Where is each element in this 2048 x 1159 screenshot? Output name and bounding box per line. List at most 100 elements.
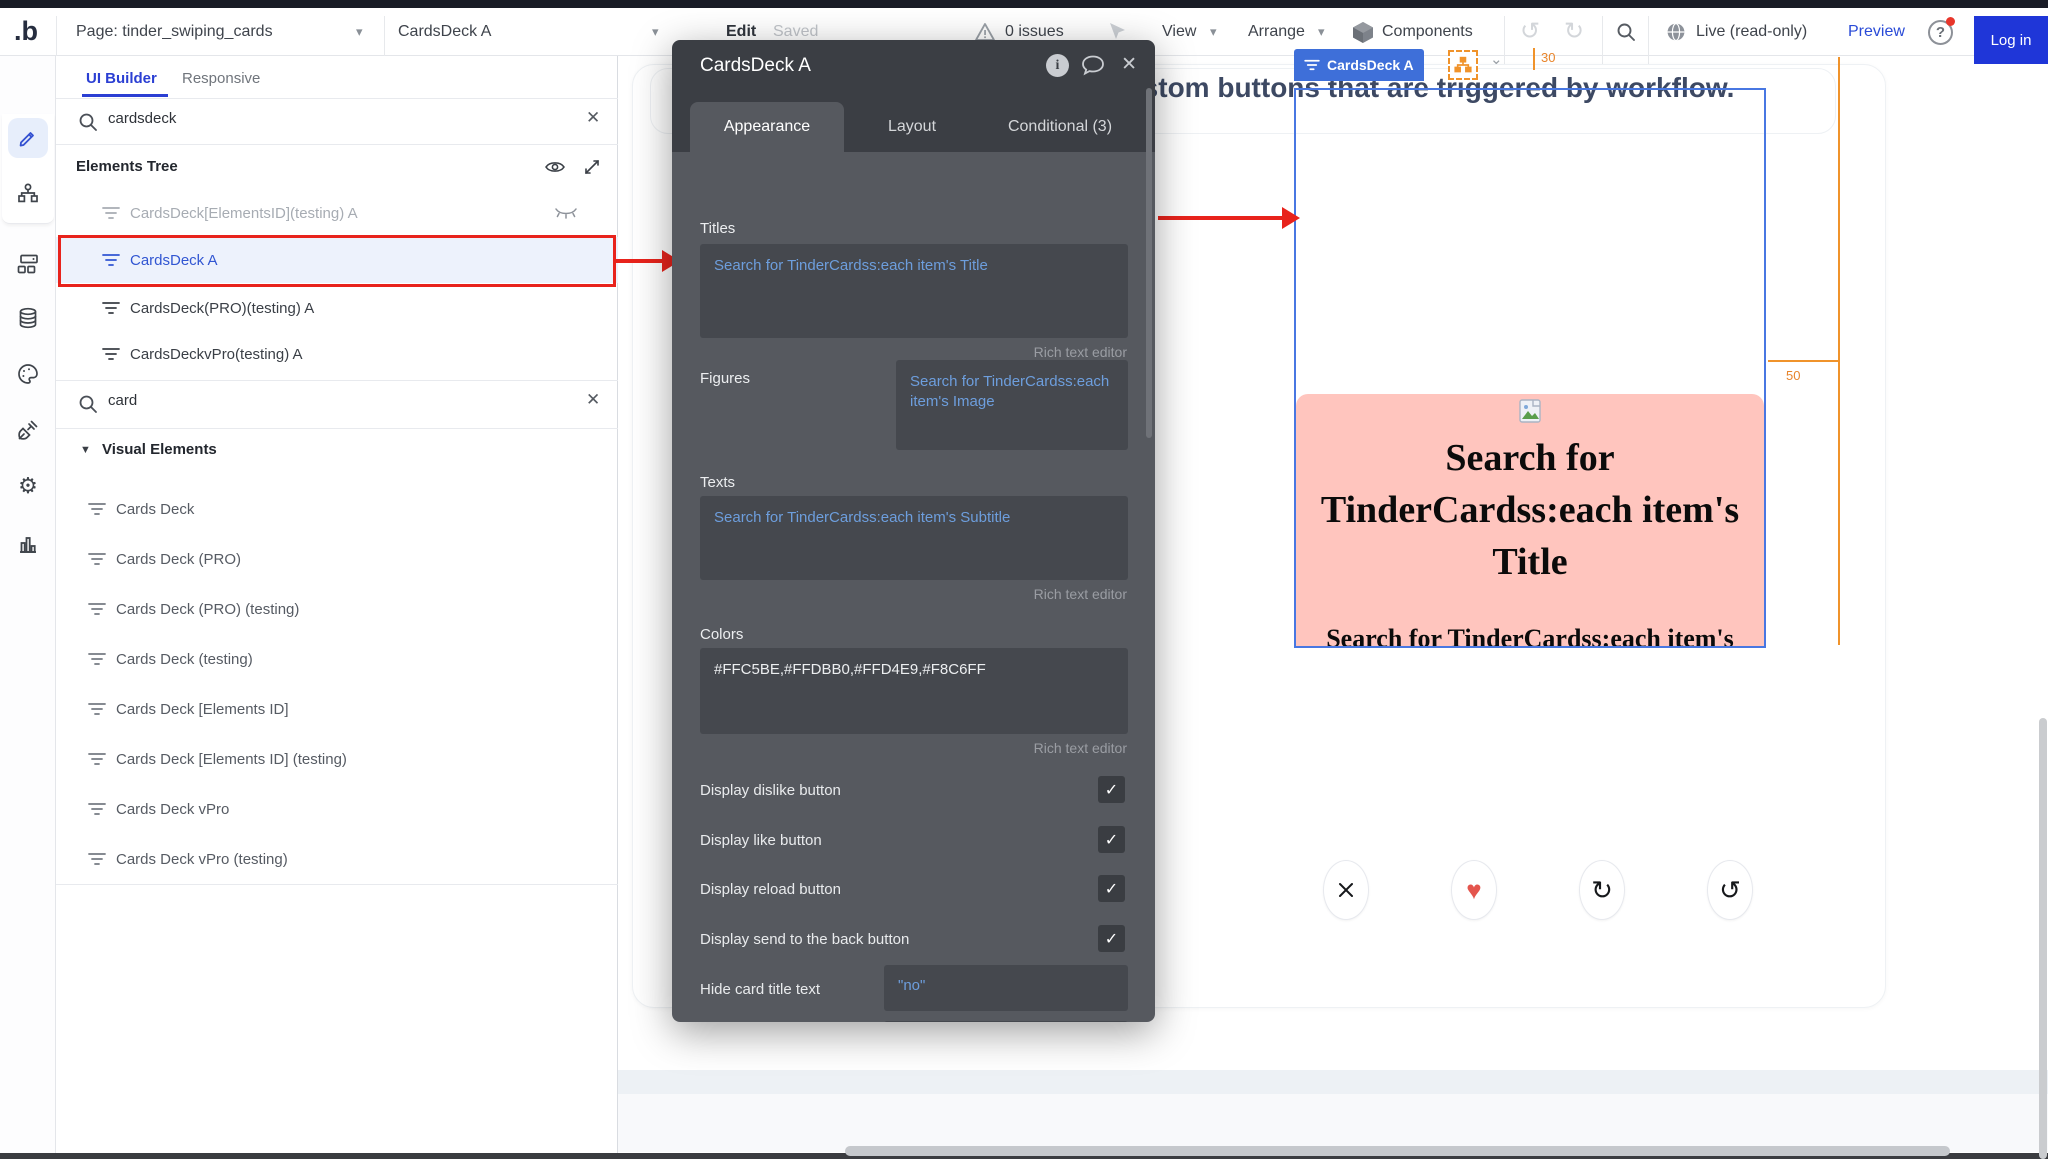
- comment-bubble-icon[interactable]: [1081, 54, 1105, 76]
- tab-layout[interactable]: Layout: [844, 102, 980, 152]
- list-item-label: Cards Deck [Elements ID]: [116, 701, 289, 718]
- ui-builder-pencil-icon[interactable]: [8, 118, 48, 158]
- element-type-icon: [102, 301, 120, 315]
- list-item-label: Cards Deck (testing): [116, 651, 253, 668]
- login-button[interactable]: Log in: [1974, 16, 2048, 64]
- eye-icon[interactable]: [544, 158, 566, 176]
- horizontal-scrollbar-thumb[interactable]: [845, 1146, 1950, 1156]
- clear-search-icon[interactable]: ✕: [586, 108, 600, 128]
- view-menu[interactable]: View: [1162, 8, 1196, 56]
- dislike-button[interactable]: [1323, 860, 1369, 920]
- list-item[interactable]: Cards Deck (PRO) (testing): [56, 584, 618, 634]
- tinder-card[interactable]: Search for TinderCardss:each item's Titl…: [1296, 394, 1764, 646]
- redo-icon[interactable]: ↻: [1564, 8, 1584, 56]
- list-item-label: Cards Deck vPro (testing): [116, 851, 288, 868]
- list-item[interactable]: Cards Deck vPro: [56, 784, 618, 834]
- hide-body-input[interactable]: "no": [884, 1021, 1128, 1022]
- figures-field[interactable]: Search for TinderCardss:each item's Imag…: [896, 360, 1128, 450]
- dislike-checkbox[interactable]: ✓: [1098, 776, 1125, 803]
- rich-text-editor-link[interactable]: Rich text editor: [1034, 740, 1127, 756]
- divider: [56, 98, 618, 99]
- element-type-icon: [102, 347, 120, 361]
- element-type-icon: [88, 502, 106, 516]
- colors-field[interactable]: #FFC5BE,#FFDBB0,#FFD4E9,#F8C6FF: [700, 648, 1128, 734]
- send-back-icon: ↺: [1719, 877, 1741, 903]
- live-mode-label[interactable]: Live (read-only): [1696, 8, 1807, 56]
- chevron-down-icon[interactable]: ▾: [356, 8, 363, 56]
- divider: [56, 144, 618, 145]
- library-search-input[interactable]: card: [108, 392, 137, 409]
- hidden-eye-icon[interactable]: [554, 206, 578, 220]
- tab-responsive[interactable]: Responsive: [182, 70, 260, 87]
- reusables-icon[interactable]: [8, 244, 48, 284]
- tree-row[interactable]: CardsDeck[ElementsID](testing) A: [56, 190, 618, 236]
- list-item[interactable]: Cards Deck (PRO): [56, 534, 618, 584]
- like-checkbox[interactable]: ✓: [1098, 826, 1125, 853]
- chevron-down-icon[interactable]: ▾: [652, 8, 659, 56]
- workflow-icon[interactable]: [8, 173, 48, 213]
- collapse-triangle-icon[interactable]: ▼: [80, 444, 91, 456]
- colors-label: Colors: [700, 626, 743, 643]
- list-item[interactable]: Cards Deck vPro (testing): [56, 834, 618, 884]
- elements-search-input[interactable]: cardsdeck: [108, 110, 176, 127]
- list-item[interactable]: Cards Deck [Elements ID] (testing): [56, 734, 618, 784]
- list-item-label: Cards Deck (PRO) (testing): [116, 601, 299, 618]
- tree-row[interactable]: CardsDeck(PRO)(testing) A: [56, 285, 618, 331]
- list-item[interactable]: Cards Deck [Elements ID]: [56, 684, 618, 734]
- plugins-plug-icon[interactable]: [8, 410, 48, 450]
- tree-row[interactable]: CardsDeckvPro(testing) A: [56, 331, 618, 377]
- hide-title-input[interactable]: "no": [884, 965, 1128, 1011]
- margin-right-value: 50: [1786, 368, 1800, 383]
- clear-search-icon[interactable]: ✕: [586, 390, 600, 410]
- rich-text-editor-link[interactable]: Rich text editor: [1034, 344, 1127, 360]
- search-icon: [78, 112, 98, 132]
- search-icon[interactable]: [1616, 22, 1636, 42]
- titles-field[interactable]: Search for TinderCardss:each item's Titl…: [700, 244, 1128, 338]
- chevron-down-icon[interactable]: ▾: [1210, 8, 1217, 56]
- visual-elements-title[interactable]: Visual Elements: [102, 441, 217, 458]
- styles-palette-icon[interactable]: [8, 354, 48, 394]
- hide-title-label: Hide card title text: [700, 981, 820, 998]
- property-editor-header[interactable]: CardsDeck A i ✕: [672, 40, 1155, 92]
- tab-conditional[interactable]: Conditional (3): [980, 102, 1140, 152]
- group-structure-icon[interactable]: [1448, 50, 1478, 80]
- send-back-checkbox[interactable]: ✓: [1098, 925, 1125, 952]
- list-item[interactable]: Cards Deck (testing): [56, 634, 618, 684]
- texts-field[interactable]: Search for TinderCardss:each item's Subt…: [700, 496, 1128, 580]
- undo-icon[interactable]: ↺: [1520, 8, 1540, 56]
- settings-gear-icon[interactable]: ⚙: [8, 466, 48, 506]
- tree-item-label: CardsDeckvPro(testing) A: [130, 346, 303, 363]
- element-selector[interactable]: CardsDeck A: [398, 8, 491, 56]
- chevron-down-icon[interactable]: ⌄: [1490, 50, 1503, 68]
- popup-scrollbar-thumb[interactable]: [1146, 88, 1152, 438]
- property-editor-body: Titles Search for TinderCardss:each item…: [672, 152, 1155, 1022]
- property-editor-title: CardsDeck A: [700, 55, 811, 77]
- info-icon[interactable]: i: [1046, 54, 1069, 77]
- element-type-icon: [88, 802, 106, 816]
- reload-button[interactable]: ↻: [1579, 860, 1625, 920]
- list-item[interactable]: Cards Deck: [56, 484, 618, 534]
- page-selector[interactable]: Page: tinder_swiping_cards: [76, 8, 273, 56]
- database-icon[interactable]: [8, 298, 48, 338]
- texts-label: Texts: [700, 474, 735, 491]
- vertical-scrollbar-thumb[interactable]: [2039, 718, 2047, 1159]
- cursor-tool-icon[interactable]: [1108, 22, 1126, 42]
- bubble-logo: .b: [14, 8, 56, 56]
- list-item-label: Cards Deck vPro: [116, 801, 229, 818]
- expand-tree-icon[interactable]: [582, 157, 602, 177]
- like-button[interactable]: ♥: [1451, 860, 1497, 920]
- tab-ui-builder[interactable]: UI Builder: [86, 70, 157, 87]
- tab-appearance[interactable]: Appearance: [690, 102, 844, 152]
- preview-button[interactable]: Preview: [1848, 8, 1905, 56]
- element-type-icon: [1304, 59, 1320, 71]
- list-item-label: Cards Deck (PRO): [116, 551, 241, 568]
- reload-checkbox[interactable]: ✓: [1098, 875, 1125, 902]
- components-cube-icon[interactable]: [1352, 21, 1374, 44]
- rich-text-editor-link[interactable]: Rich text editor: [1034, 586, 1127, 602]
- annotation-arrow-shaft: [614, 259, 664, 263]
- close-icon[interactable]: ✕: [1121, 53, 1137, 76]
- send-to-back-button[interactable]: ↺: [1707, 860, 1753, 920]
- logs-chart-icon[interactable]: [8, 524, 48, 564]
- selected-element-badge[interactable]: CardsDeck A: [1294, 49, 1424, 81]
- canvas-outer-band: [618, 1094, 2048, 1152]
